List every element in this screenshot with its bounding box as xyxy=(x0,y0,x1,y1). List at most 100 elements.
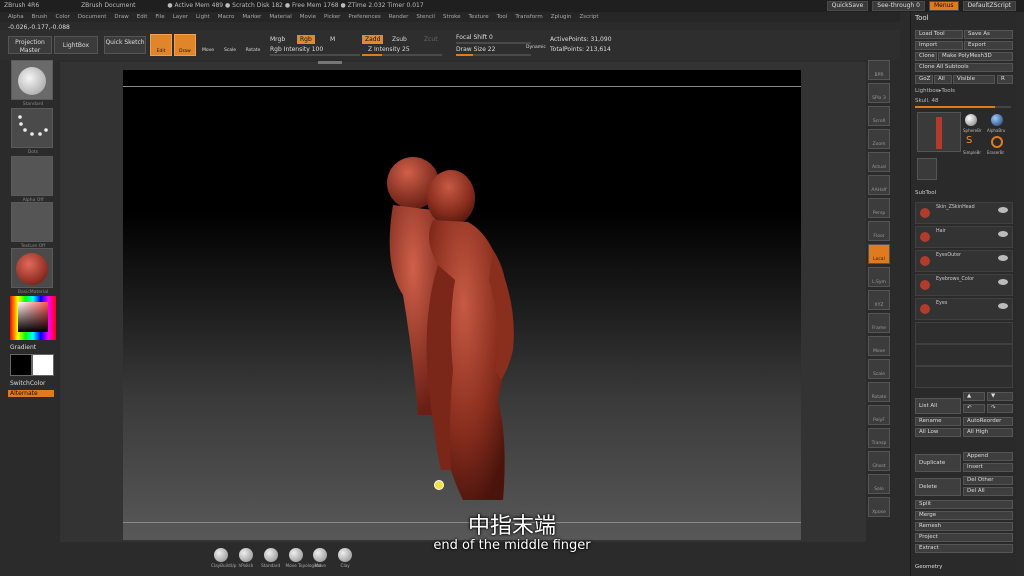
eye-icon[interactable] xyxy=(998,255,1008,261)
menu-zplugin[interactable]: Zplugin xyxy=(551,12,572,22)
shelf-actual-button[interactable]: Actual xyxy=(868,152,890,172)
menu-color[interactable]: Color xyxy=(56,12,70,22)
menu-stroke[interactable]: Stroke xyxy=(443,12,461,22)
menu-tool[interactable]: Tool xyxy=(497,12,508,22)
shelf-move-button[interactable]: Move xyxy=(868,336,890,356)
brush-thumbnail[interactable]: Standard xyxy=(11,60,53,107)
shelf-aahalf-button[interactable]: AAHalf xyxy=(868,175,890,195)
menu-layer[interactable]: Layer xyxy=(173,12,188,22)
menu-transform[interactable]: Transform xyxy=(515,12,542,22)
move-down-arrow-icon[interactable]: ▼ xyxy=(987,392,1013,401)
focal-shift-slider[interactable]: Focal Shift 0 xyxy=(456,34,493,41)
shelf-scale-button[interactable]: Scale xyxy=(868,359,890,379)
quicksave-button[interactable]: QuickSave xyxy=(826,1,869,11)
draw-size-slider[interactable]: Draw Size 22 xyxy=(456,46,495,53)
shelf-xyz-button[interactable]: XYZ xyxy=(868,290,890,310)
zsub-toggle[interactable]: Zsub xyxy=(392,36,407,43)
stroke-thumbnail[interactable]: Dots xyxy=(11,108,53,155)
shelf-floor-button[interactable]: Floor xyxy=(868,221,890,241)
import-button[interactable]: Import xyxy=(915,41,963,50)
rgb-toggle[interactable]: Rgb xyxy=(297,35,315,44)
m-toggle[interactable]: M xyxy=(330,36,335,43)
see-through-slider[interactable]: See-through 0 xyxy=(872,1,925,11)
alternate-button[interactable]: Alternate xyxy=(8,390,54,397)
move-up-arrow-icon[interactable]: ▲ xyxy=(963,392,985,401)
shelf-bpr-button[interactable]: BPR xyxy=(868,60,890,80)
texture-thumbnail[interactable]: Texture Off xyxy=(11,202,53,249)
edit-button[interactable]: Edit xyxy=(150,34,172,56)
clone-button[interactable]: Clone xyxy=(915,52,937,61)
subtool-header[interactable]: SubTool xyxy=(915,190,936,196)
eye-icon[interactable] xyxy=(998,231,1008,237)
document-canvas[interactable] xyxy=(123,70,801,540)
move-button[interactable]: Move xyxy=(198,34,218,56)
menu-picker[interactable]: Picker xyxy=(324,12,340,22)
menu-light[interactable]: Light xyxy=(196,12,210,22)
eraser-brush-icon[interactable] xyxy=(991,136,1003,148)
menu-edit[interactable]: Edit xyxy=(137,12,148,22)
menu-texture[interactable]: Texture xyxy=(469,12,489,22)
sphere-brush-icon[interactable] xyxy=(965,114,977,126)
geometry-section-header[interactable]: Geometry xyxy=(915,564,942,570)
shelf-solo-button[interactable]: Solo xyxy=(868,474,890,494)
menu-stencil[interactable]: Stencil xyxy=(416,12,435,22)
draw-button[interactable]: Draw xyxy=(174,34,196,56)
goz-button[interactable]: GoZ xyxy=(915,75,933,84)
eye-icon[interactable] xyxy=(998,207,1008,213)
rename-button[interactable]: Rename xyxy=(915,417,961,426)
move-left-arrow-icon[interactable]: ↶ xyxy=(963,404,985,413)
subtool-empty-slot[interactable] xyxy=(915,366,1013,388)
shelf-persp-button[interactable]: Persp xyxy=(868,198,890,218)
save-as-button[interactable]: Save As xyxy=(964,30,1013,39)
all-button[interactable]: All xyxy=(934,75,952,84)
move-right-arrow-icon[interactable]: ↷ xyxy=(987,404,1013,413)
load-tool-button[interactable]: Load Tool xyxy=(915,30,963,39)
simple-brush-icon[interactable]: S xyxy=(966,136,976,146)
quick-sketch-button[interactable]: Quick Sketch xyxy=(104,36,146,54)
rgb-intensity-slider[interactable]: Rgb Intensity 100 xyxy=(270,46,323,53)
subtool-row[interactable]: Eyebrows_Color xyxy=(915,274,1013,296)
canvas-scroll-handle[interactable] xyxy=(318,61,342,64)
rotate-button[interactable]: Rotate xyxy=(242,34,264,56)
zadd-toggle[interactable]: Zadd xyxy=(362,35,384,44)
color-picker[interactable] xyxy=(10,296,56,340)
make-polymesh-button[interactable]: Make PolyMesh3D xyxy=(938,52,1013,61)
insert-button[interactable]: Insert xyxy=(963,463,1013,472)
append-button[interactable]: Append xyxy=(963,452,1013,461)
menu-zscript[interactable]: Zscript xyxy=(579,12,598,22)
subtool-row[interactable]: Skin_ZSkinHead xyxy=(915,202,1013,224)
zcut-toggle[interactable]: Zcut xyxy=(424,36,438,43)
menu-preferences[interactable]: Preferences xyxy=(348,12,380,22)
shelf-local-button[interactable]: Local xyxy=(868,244,890,264)
mrgb-toggle[interactable]: Mrgb xyxy=(270,36,285,43)
menu-file[interactable]: File xyxy=(155,12,164,22)
menus-button[interactable]: Menus xyxy=(928,1,959,11)
clone-all-subtools-button[interactable]: Clone All Subtools xyxy=(915,63,1013,72)
del-all-button[interactable]: Del All xyxy=(963,487,1013,496)
projection-master-button[interactable]: Projection Master xyxy=(8,36,52,54)
del-other-button[interactable]: Del Other xyxy=(963,476,1013,485)
r-button[interactable]: R xyxy=(997,75,1013,84)
menu-movie[interactable]: Movie xyxy=(300,12,316,22)
subtool-row[interactable]: Hair xyxy=(915,226,1013,248)
menu-marker[interactable]: Marker xyxy=(242,12,261,22)
shelf-rotate-button[interactable]: Rotate xyxy=(868,382,890,402)
all-high-button[interactable]: All High xyxy=(963,428,1013,437)
default-zscript-button[interactable]: DefaultZScript xyxy=(962,1,1016,11)
export-button[interactable]: Export xyxy=(964,41,1013,50)
menu-brush[interactable]: Brush xyxy=(32,12,48,22)
alpha-thumbnail[interactable]: Alpha Off xyxy=(11,156,53,203)
shelf-ghost-button[interactable]: Ghost xyxy=(868,451,890,471)
menu-document[interactable]: Document xyxy=(78,12,107,22)
lightbox-button[interactable]: LightBox xyxy=(54,36,98,54)
material-thumbnail[interactable]: BasicMaterial xyxy=(11,248,53,295)
lightbox-tools-label[interactable]: Lightbox▸Tools xyxy=(915,88,955,94)
switchcolor-button[interactable]: SwitchColor xyxy=(10,380,46,387)
subtool-row[interactable]: EyesOuter xyxy=(915,250,1013,272)
list-all-button[interactable]: List All xyxy=(915,398,961,414)
menu-macro[interactable]: Macro xyxy=(218,12,235,22)
subtool-row[interactable]: Eyes xyxy=(915,298,1013,320)
eye-icon[interactable] xyxy=(998,303,1008,309)
delete-button[interactable]: Delete xyxy=(915,478,961,496)
shelf-transp-button[interactable]: Transp xyxy=(868,428,890,448)
